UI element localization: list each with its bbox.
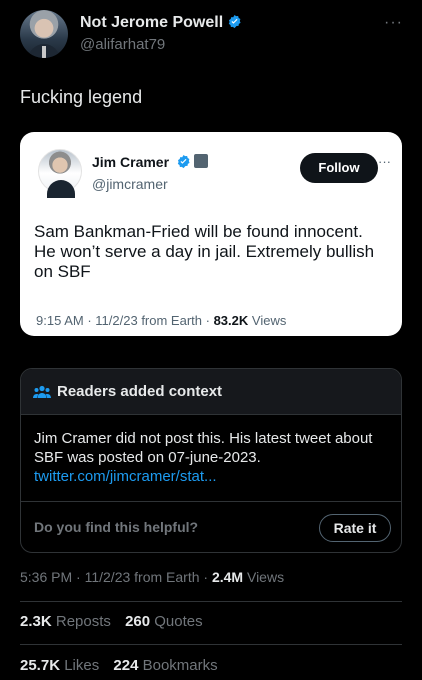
post-views-count: 2.4M <box>211 569 244 585</box>
reposts-label: Reposts <box>55 613 111 630</box>
post-views-label: Views <box>246 569 285 585</box>
verified-badge-icon <box>228 14 241 29</box>
quoted-more-options-icon: ··· <box>378 154 391 169</box>
author-display-name[interactable]: Not Jerome Powell <box>80 14 223 31</box>
stats-divider <box>20 644 402 645</box>
quoted-author-name-row: Jim Cramer <box>92 154 208 170</box>
quoted-views-label: Views <box>251 313 287 328</box>
community-note-text: Jim Cramer did not post this. His latest… <box>34 430 373 466</box>
quoted-post-date: 11/2/23 <box>95 313 138 328</box>
quoted-post-source: from Earth <box>141 313 202 328</box>
quoted-views-count: 83.2K <box>213 313 249 328</box>
quoted-avatar-jacket <box>47 180 75 198</box>
likes-stat[interactable]: 25.7K Likes <box>20 657 99 674</box>
community-note-body: Jim Cramer did not post this. His latest… <box>34 429 384 486</box>
community-note-link[interactable]: twitter.com/jimcramer/stat... <box>34 468 217 485</box>
more-options-icon[interactable]: ··· <box>384 14 403 32</box>
repost-quote-stats: 2.3K Reposts 260 Quotes <box>20 613 203 630</box>
avatar-tie <box>42 46 46 58</box>
helpful-question: Do you find this helpful? <box>34 519 199 535</box>
quoted-screenshot-card[interactable]: Jim Cramer @jimcramer Follow ··· Sam Ban… <box>20 132 402 336</box>
like-bookmark-stats: 25.7K Likes 224 Bookmarks <box>20 657 218 674</box>
likes-count: 25.7K <box>20 657 61 674</box>
post-time[interactable]: 5:36 PM <box>20 569 72 585</box>
community-note-title: Readers added context <box>57 383 223 400</box>
quoted-post-time: 9:15 AM <box>36 313 84 328</box>
post-date[interactable]: 11/2/23 <box>85 569 131 585</box>
author-avatar[interactable] <box>20 10 68 58</box>
reposts-count: 2.3K <box>20 613 52 630</box>
quoted-author-handle: @jimcramer <box>92 176 168 192</box>
community-note-divider <box>21 501 401 502</box>
quotes-label: Quotes <box>154 613 203 630</box>
follow-button: Follow <box>300 153 378 183</box>
bookmarks-label: Bookmarks <box>142 657 218 674</box>
quoted-post-text: Sam Bankman-Fried will be found innocent… <box>34 222 375 281</box>
meta-divider <box>20 601 402 602</box>
bookmarks-stat[interactable]: 224 Bookmarks <box>113 657 217 674</box>
quotes-count: 260 <box>125 613 151 630</box>
author-handle[interactable]: @alifarhat79 <box>80 36 165 53</box>
reposts-stat[interactable]: 2.3K Reposts <box>20 613 111 630</box>
affiliate-badge-icon <box>193 154 208 168</box>
likes-label: Likes <box>64 657 100 674</box>
post-meta: 5:36 PM · 11/2/23 from Earth · 2.4M View… <box>20 569 285 585</box>
rate-it-button[interactable]: Rate it <box>319 514 391 542</box>
post-source: from Earth <box>134 569 200 585</box>
community-note-header: Readers added context <box>21 369 401 415</box>
quoted-post-meta: 9:15 AM · 11/2/23 from Earth · 83.2K Vie… <box>36 313 287 328</box>
author-name-row[interactable]: Not Jerome Powell <box>80 14 242 32</box>
post-text: Fucking legend <box>20 87 143 107</box>
quoted-author-display-name: Jim Cramer <box>92 154 170 170</box>
quoted-author-avatar <box>38 149 82 198</box>
community-note: Readers added context Jim Cramer did not… <box>20 368 402 553</box>
quotes-stat[interactable]: 260 Quotes <box>125 613 203 630</box>
quoted-verified-badge-icon <box>177 154 190 169</box>
people-icon <box>33 385 51 398</box>
bookmarks-count: 224 <box>113 657 139 674</box>
